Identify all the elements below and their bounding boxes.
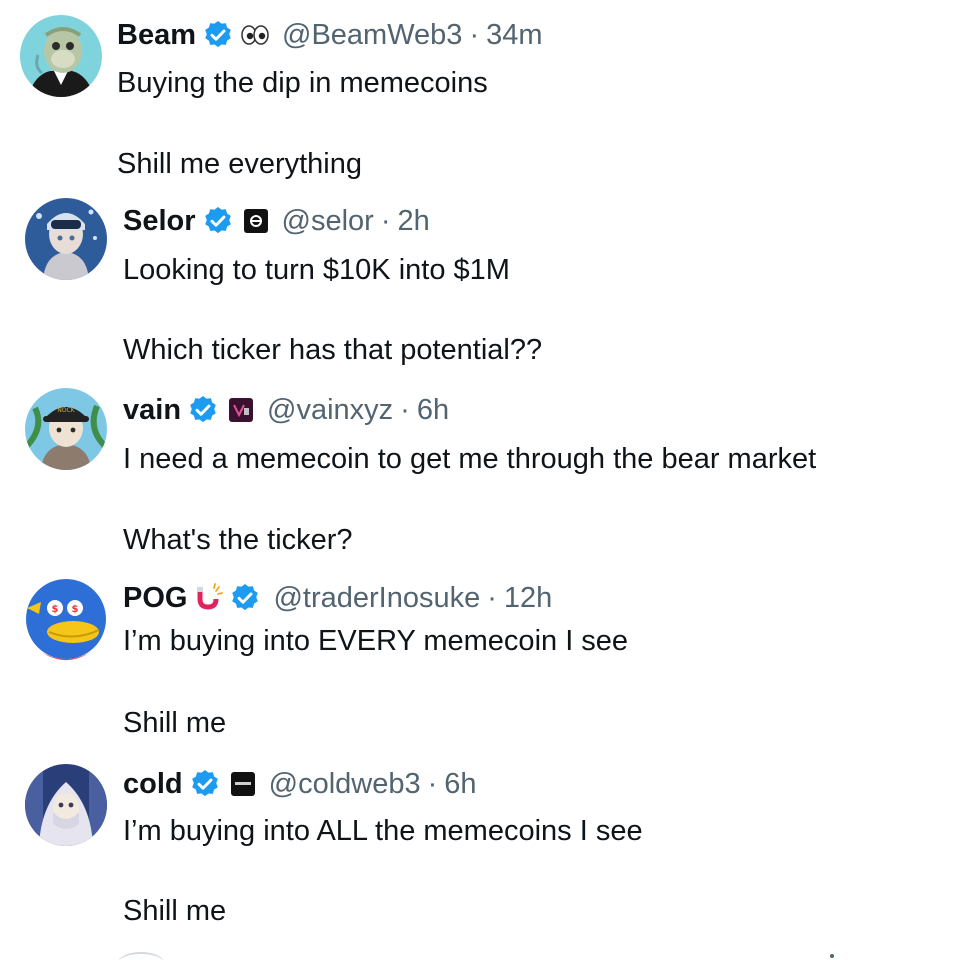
verified-badge-icon[interactable] [189,768,221,800]
tweet-header: cold @coldweb3 · 6h [123,767,477,801]
tweet-cold[interactable]: cold @coldweb3 · 6h I’m buying into ALL … [0,756,960,960]
next-tweet-partial-dot [830,954,834,958]
verified-badge-icon[interactable] [229,582,261,614]
tweet-text-line-1: Looking to turn $10K into $1M [123,254,510,286]
vain-affiliate-icon[interactable] [227,396,255,424]
display-name[interactable]: Selor [123,204,196,238]
handle[interactable]: @coldweb3 [269,767,421,801]
tweet-header: Selor @selor · 2h [123,204,430,238]
tweet-vain[interactable]: NOCK vain @vainxyz · 6h I need a memecoi… [0,380,960,570]
display-name[interactable]: vain [123,393,181,427]
selor-affiliate-icon[interactable] [242,207,270,235]
cold-affiliate-icon[interactable] [229,770,257,798]
tweet-text-line-1: I’m buying into EVERY memecoin I see [123,625,629,657]
display-name[interactable]: Beam [117,18,196,52]
avatar-selor[interactable] [25,198,107,280]
separator-dot: · [380,205,391,237]
separator-dot: · [400,394,410,426]
tweet-header: Beam @BeamWeb3 · 34m [117,18,543,52]
tweet-header: POG @traderInosuke · 12h [123,581,552,615]
timestamp[interactable]: 6h [417,393,449,427]
verified-badge-icon[interactable] [202,19,234,51]
handle[interactable]: @selor [282,204,374,238]
avatar-vain[interactable]: NOCK [25,388,107,470]
display-name[interactable]: POG [123,581,187,615]
display-name[interactable]: cold [123,767,183,801]
tweet-text-line-2: Shill me [123,895,227,927]
svg-text:$: $ [52,604,59,615]
verified-badge-icon[interactable] [187,394,219,426]
separator-dot: · [469,19,480,51]
timestamp[interactable]: 2h [398,204,430,238]
tweet-text-line-1: I need a memecoin to get me through the … [123,443,817,475]
tweet-header: vain @vainxyz · 6h [123,393,449,427]
tweet-text-line-2: Which ticker has that potential?? [123,334,543,366]
timestamp[interactable]: 12h [504,581,552,615]
tweet-text-line-2: Shill me everything [117,148,362,180]
tweet-text-line-2: Shill me [123,707,227,739]
separator-dot: · [487,582,497,614]
tweet-selor[interactable]: Selor @selor · 2h Looking to turn $10K i… [0,190,960,380]
tweet-pog[interactable]: $ $ POG @traderInosuke · 12h I’m buying … [0,570,960,756]
svg-text:$: $ [72,604,79,615]
magnet-emoji-icon [193,583,224,613]
svg-text:NOCK: NOCK [57,407,75,414]
timestamp[interactable]: 34m [486,18,542,52]
timestamp[interactable]: 6h [444,767,476,801]
avatar-pog[interactable]: $ $ [25,578,107,660]
handle[interactable]: @traderInosuke [273,581,480,615]
eyes-emoji-icon [240,20,270,50]
tweet-feed: Beam @BeamWeb3 · 34m Buying the dip in m… [0,0,960,960]
verified-badge-icon[interactable] [202,205,234,237]
handle[interactable]: @vainxyz [267,393,393,427]
separator-dot: · [427,768,438,800]
tweet-text-line-2: What's the ticker? [123,524,353,556]
tweet-beam[interactable]: Beam @BeamWeb3 · 34m Buying the dip in m… [0,0,960,190]
handle[interactable]: @BeamWeb3 [282,18,462,52]
avatar-beam[interactable] [20,15,102,97]
avatar-cold[interactable] [25,764,107,846]
tweet-text-line-1: Buying the dip in memecoins [117,67,488,99]
tweet-text-line-1: I’m buying into ALL the memecoins I see [123,815,643,847]
